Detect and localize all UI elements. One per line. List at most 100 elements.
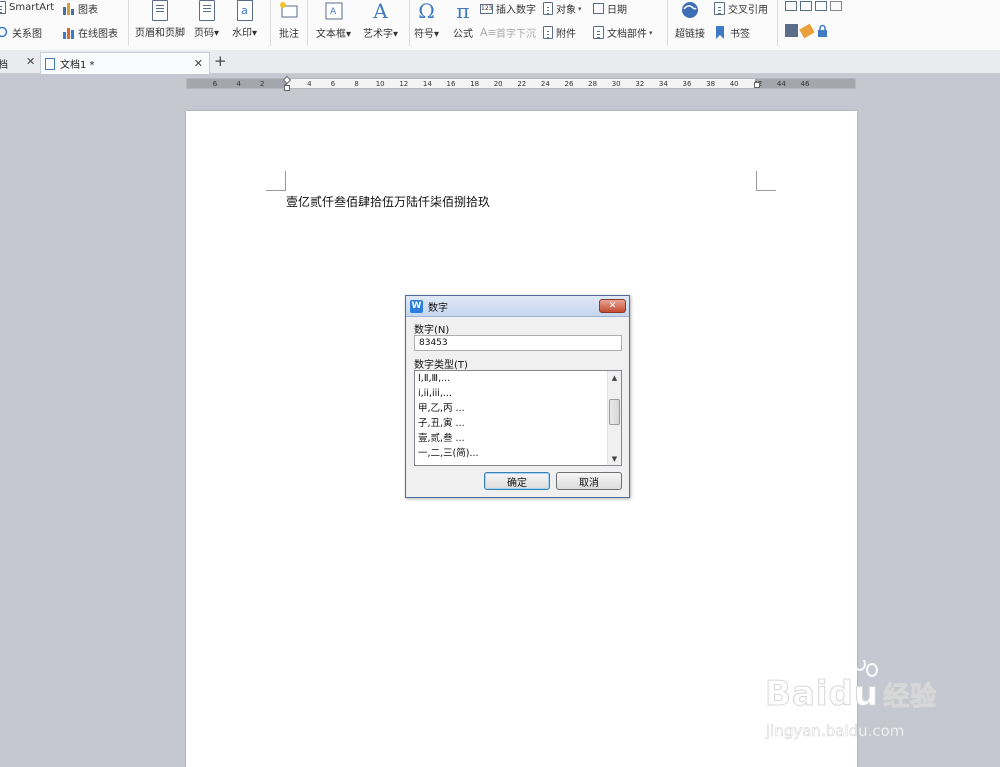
cross-reference-button[interactable]: 交叉引用 — [714, 1, 768, 16]
smartart-icon — [0, 1, 6, 14]
doc-parts-icon — [593, 26, 604, 39]
doc-parts-button[interactable]: 文档部件 ▾ — [593, 25, 653, 40]
formula-button[interactable]: π 公式 — [452, 0, 474, 40]
list-item[interactable]: 一,二,三(简)... — [418, 446, 479, 461]
online-chart-icon — [62, 26, 75, 39]
insert-number-button[interactable]: 123 插入数字 — [480, 1, 536, 16]
ruler-tick-label: 38 — [706, 80, 716, 88]
margin-corner-top-left — [266, 171, 286, 191]
drop-cap-icon: A≡ — [480, 26, 497, 39]
attachment-icon — [543, 26, 553, 39]
ruler-tick-label: 34 — [658, 80, 668, 88]
drop-cap-button[interactable]: A≡ 首字下沉 — [480, 25, 536, 40]
ruler-tick-label: 2 — [259, 80, 265, 88]
number-label: 数字(N) — [414, 325, 450, 336]
list-item[interactable]: 甲,乙,丙 ... — [418, 401, 465, 416]
ruler-tick-label: 16 — [446, 80, 456, 88]
attachment-button[interactable]: 附件 — [543, 25, 576, 40]
scroll-down-icon[interactable]: ▼ — [608, 452, 621, 465]
document-body-text[interactable]: 壹亿贰仟叁佰肆拾伍万陆仟柒佰捌拾玖 — [286, 193, 490, 210]
list-item[interactable]: 子,丑,寅 ... — [418, 416, 465, 431]
number-input[interactable]: 83453 — [414, 335, 622, 351]
eraser-icon[interactable] — [799, 23, 815, 38]
dialog-title: 数字 — [428, 302, 448, 314]
ruler-tick-label: 28 — [588, 80, 598, 88]
ribbon-toolbar: SmartArt 图表 关系图 在线图表 页眉和页脚 页码▾ a 水印▾ 批注 … — [0, 0, 1000, 50]
cancel-button[interactable]: 取消 — [556, 472, 622, 490]
left-indent-marker[interactable] — [284, 85, 290, 91]
smartart-button[interactable]: SmartArt — [0, 1, 54, 14]
watermark-brand: Baidu 经验 — [765, 674, 938, 715]
design-mode-icon[interactable] — [785, 24, 798, 37]
wps-logo-icon: W — [410, 299, 423, 313]
textbox-button[interactable]: A 文本框▾ — [316, 0, 351, 40]
ruler-tick-label: 24 — [540, 80, 550, 88]
comment-icon — [278, 0, 300, 22]
object-icon — [543, 2, 553, 15]
tab-previous[interactable]: 档 — [0, 52, 8, 74]
close-icon[interactable]: ✕ — [26, 55, 35, 68]
close-button[interactable]: ✕ — [599, 299, 626, 313]
add-tab-button[interactable]: + — [214, 52, 227, 70]
baidu-watermark: Baidu 经验 jingyan.baidu.com — [760, 660, 960, 750]
bookmark-icon — [714, 26, 727, 39]
text-field-icon[interactable] — [785, 1, 797, 11]
object-button[interactable]: 对象 ▾ — [543, 1, 582, 16]
relation-chart-button[interactable]: 关系图 — [0, 25, 42, 40]
dropdown-field-icon[interactable] — [815, 1, 827, 11]
svg-text:A: A — [330, 7, 337, 17]
chevron-down-icon: ▾ — [252, 28, 258, 39]
wordart-icon: A — [373, 0, 388, 23]
list-scrollbar[interactable]: ▲ ▼ — [607, 371, 621, 465]
bookmark-button[interactable]: 书签 — [714, 25, 750, 40]
page-number-button[interactable]: 页码▾ — [194, 0, 219, 39]
comment-button[interactable]: 批注 — [278, 0, 300, 40]
checkbox-icon[interactable] — [800, 1, 812, 11]
scrollbar-thumb[interactable] — [609, 399, 620, 425]
symbol-button[interactable]: Ω 符号▾ — [414, 0, 439, 40]
ruler-tick-label: 40 — [729, 80, 739, 88]
list-item[interactable]: 壹,贰,叁 ... — [418, 431, 465, 446]
document-tab-bar: 档 ✕ 文档1 * ✕ — [0, 50, 1000, 74]
lock-icon[interactable] — [816, 24, 829, 37]
tab-document1[interactable]: 文档1 * ✕ — [40, 52, 210, 74]
ruler-tick-label: 22 — [517, 80, 527, 88]
ribbon-separator — [667, 0, 668, 46]
calendar-icon — [593, 3, 604, 14]
page-number-icon — [198, 0, 215, 21]
close-icon[interactable]: ✕ — [194, 57, 203, 70]
chevron-down-icon: ▾ — [393, 29, 399, 40]
number-type-list[interactable]: Ⅰ,Ⅱ,Ⅲ,... i,ii,iii,... 甲,乙,丙 ... 子,丑,寅 .… — [414, 370, 622, 466]
relation-chart-icon — [0, 26, 9, 39]
hyperlink-button[interactable]: 超链接 — [675, 0, 705, 40]
watermark-button[interactable]: a 水印▾ — [232, 0, 257, 39]
ruler-tick-label: 20 — [493, 80, 503, 88]
scroll-up-icon[interactable]: ▲ — [608, 371, 621, 384]
omega-icon: Ω — [418, 0, 435, 23]
ruler-tick-label: 10 — [375, 80, 385, 88]
dialog-title-bar[interactable]: W 数字 ✕ — [406, 296, 629, 317]
online-chart-button[interactable]: 在线图表 — [62, 25, 118, 40]
header-footer-icon — [152, 0, 168, 21]
ribbon-separator — [307, 0, 308, 46]
ruler-tick-label: 14 — [422, 80, 432, 88]
ruler-tick-label: 12 — [399, 80, 409, 88]
image-field-icon[interactable] — [830, 1, 842, 11]
ok-button[interactable]: 确定 — [484, 472, 550, 490]
ruler-tick-label: 18 — [470, 80, 480, 88]
wordart-button[interactable]: A 艺术字▾ — [363, 0, 398, 40]
ruler-tick-label: 6 — [212, 80, 218, 88]
right-indent-marker[interactable] — [754, 82, 760, 88]
horizontal-ruler[interactable]: 6422468101214161820222426283032343638404… — [186, 75, 856, 91]
list-item[interactable]: i,ii,iii,... — [418, 386, 452, 401]
chart-button[interactable]: 图表 — [62, 1, 98, 16]
chevron-down-icon: ▾ — [214, 28, 220, 39]
document-icon — [45, 57, 55, 70]
list-item[interactable]: Ⅰ,Ⅱ,Ⅲ,... — [418, 371, 450, 386]
ruler-tick-label: 4 — [236, 80, 241, 88]
number-type-label: 数字类型(T) — [414, 360, 468, 371]
header-footer-button[interactable]: 页眉和页脚 — [135, 0, 185, 39]
date-button[interactable]: 日期 — [593, 1, 627, 16]
number-dialog: W 数字 ✕ 数字(N) 83453 数字类型(T) Ⅰ,Ⅱ,Ⅲ,... i,i… — [405, 295, 630, 498]
ruler-tick-label: 6 — [330, 80, 336, 88]
